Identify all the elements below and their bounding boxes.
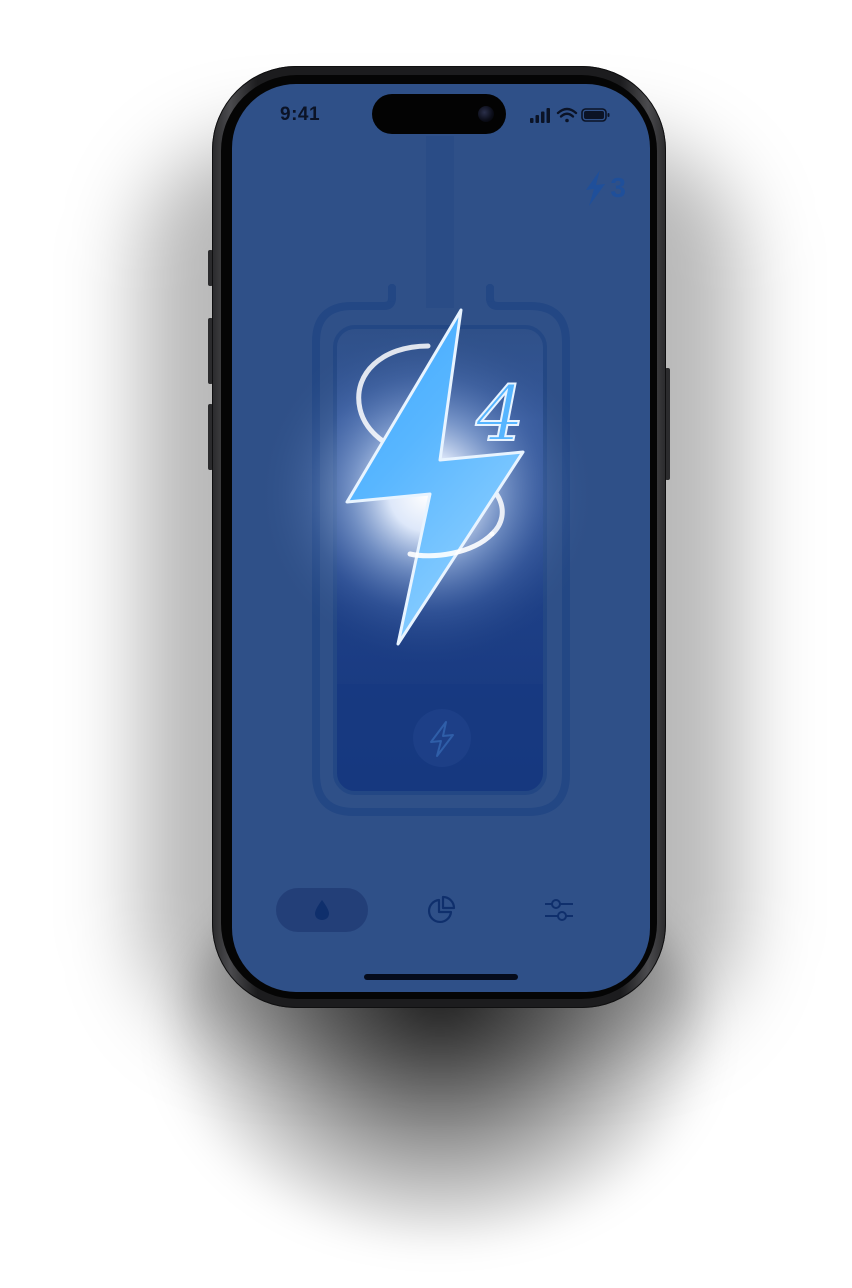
bolt-icon (586, 170, 606, 206)
home-indicator[interactable] (364, 974, 518, 980)
front-camera (478, 106, 494, 122)
hero-illustration: 4 (252, 136, 602, 816)
tab-bar (232, 876, 650, 940)
cellular-signal-icon (530, 108, 550, 123)
feed-pipe (426, 136, 454, 308)
status-icons (530, 107, 610, 123)
stage: 4 9:41 3 (0, 0, 852, 1288)
level-number: 4 (475, 369, 524, 458)
bolt-button (413, 709, 471, 767)
battery-icon (581, 108, 610, 122)
sliders-icon (545, 899, 573, 921)
tab-settings[interactable] (528, 888, 590, 932)
tab-drop[interactable] (276, 888, 368, 932)
app-screen: 4 9:41 3 (232, 84, 650, 992)
badge-count: 3 (610, 172, 626, 203)
wifi-icon (556, 107, 578, 123)
drop-icon (315, 900, 329, 920)
pie-chart-icon (427, 895, 456, 924)
dynamic-island (372, 94, 506, 134)
status-time: 9:41 (280, 104, 321, 125)
tab-statistics[interactable] (410, 888, 472, 932)
charge-count-badge[interactable]: 3 (584, 168, 626, 208)
